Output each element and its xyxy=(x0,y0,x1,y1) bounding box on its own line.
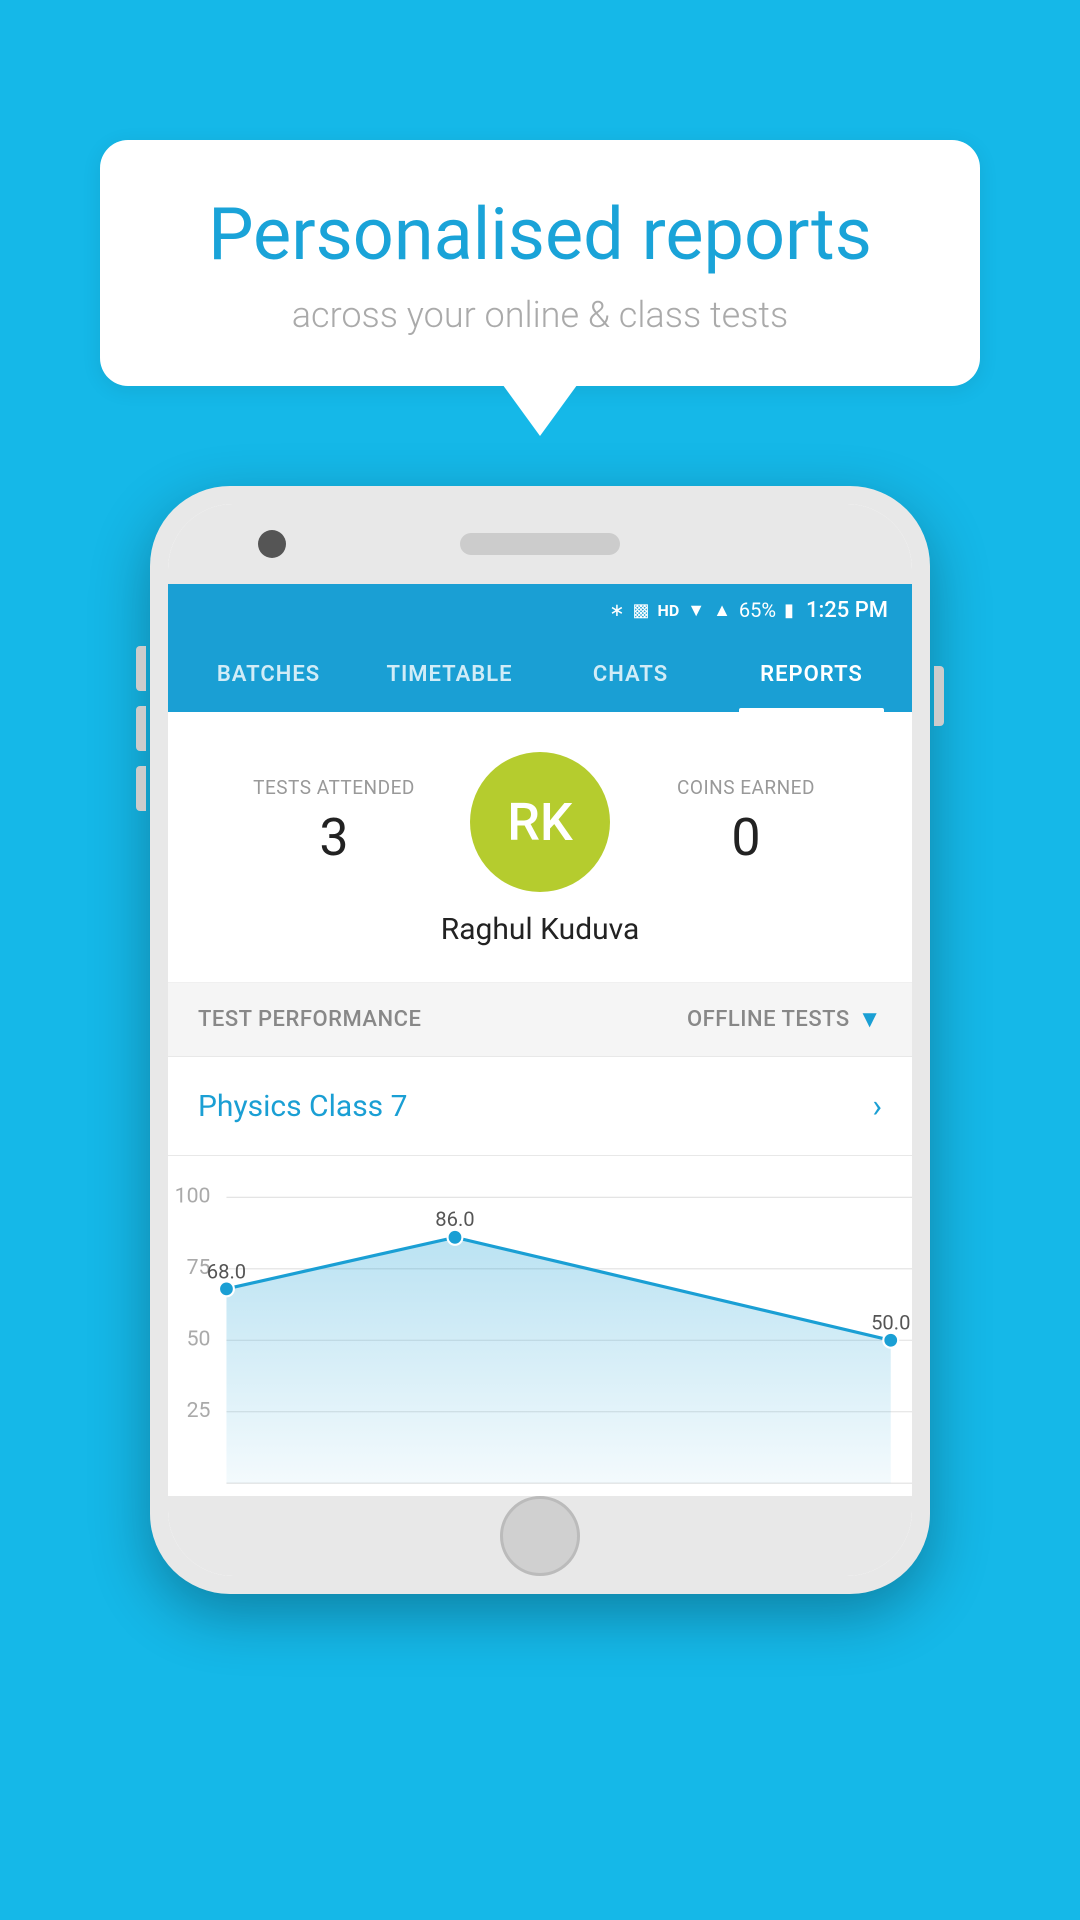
bubble-title: Personalised reports xyxy=(170,195,910,274)
front-camera xyxy=(258,530,286,558)
svg-text:100: 100 xyxy=(175,1184,211,1209)
battery-percent: 65% xyxy=(739,598,776,622)
volume-down-button xyxy=(136,706,146,751)
tests-attended-stat: TESTS ATTENDED 3 xyxy=(198,776,470,868)
chevron-right-icon: › xyxy=(872,1087,882,1125)
data-point-2 xyxy=(448,1230,463,1245)
test-performance-header: TEST PERFORMANCE OFFLINE TESTS ▼ xyxy=(168,983,912,1057)
status-bar: ∗ ▩ HD ▼ ▲ 65% ▮ 1:25 PM xyxy=(168,584,912,636)
vibrate-icon: ▩ xyxy=(633,600,650,621)
bubble-subtitle: across your online & class tests xyxy=(170,294,910,336)
profile-section: TESTS ATTENDED 3 RK COINS EARNED 0 Raghu… xyxy=(168,712,912,983)
data-point-1 xyxy=(219,1282,234,1297)
tab-reports[interactable]: REPORTS xyxy=(721,636,902,712)
avatar-initials: RK xyxy=(507,792,573,853)
speech-bubble: Personalised reports across your online … xyxy=(100,140,980,386)
battery-icon: ▮ xyxy=(784,600,794,621)
screen-content: ∗ ▩ HD ▼ ▲ 65% ▮ 1:25 PM BATCHES xyxy=(168,584,912,1496)
phone-mockup: ∗ ▩ HD ▼ ▲ 65% ▮ 1:25 PM BATCHES xyxy=(150,486,930,1594)
tab-chats[interactable]: CHATS xyxy=(540,636,721,712)
chart-area-fill xyxy=(226,1238,890,1484)
coins-earned-value: 0 xyxy=(610,807,882,868)
offline-tests-label: OFFLINE TESTS xyxy=(687,1007,850,1032)
phone-body: ∗ ▩ HD ▼ ▲ 65% ▮ 1:25 PM BATCHES xyxy=(150,486,930,1594)
silent-button xyxy=(136,766,146,811)
bluetooth-icon: ∗ xyxy=(609,600,624,621)
class-name: Physics Class 7 xyxy=(198,1089,407,1124)
avatar: RK xyxy=(470,752,610,892)
hd-icon: HD xyxy=(658,601,680,620)
svg-text:50: 50 xyxy=(187,1327,211,1352)
phone-bottom-hardware xyxy=(168,1496,912,1576)
profile-stats-row: TESTS ATTENDED 3 RK COINS EARNED 0 xyxy=(198,752,882,892)
volume-up-button xyxy=(136,646,146,691)
user-name: Raghul Kuduva xyxy=(441,912,640,947)
test-performance-label: TEST PERFORMANCE xyxy=(198,1007,421,1032)
tab-batches[interactable]: BATCHES xyxy=(178,636,359,712)
tab-timetable[interactable]: TIMETABLE xyxy=(359,636,540,712)
performance-chart: 100 75 50 25 xyxy=(168,1176,912,1496)
home-button[interactable] xyxy=(500,1496,580,1576)
coins-earned-label: COINS EARNED xyxy=(610,776,882,799)
wifi-icon: ▼ xyxy=(687,600,705,621)
status-icons: ∗ ▩ HD ▼ ▲ 65% ▮ 1:25 PM xyxy=(609,598,888,623)
data-point-3 xyxy=(883,1333,898,1348)
tests-attended-value: 3 xyxy=(198,807,470,868)
power-button xyxy=(934,666,944,726)
svg-text:68.0: 68.0 xyxy=(207,1260,246,1284)
signal-icon: ▲ xyxy=(713,600,731,621)
time-display: 1:25 PM xyxy=(806,598,888,623)
navigation-tabs: BATCHES TIMETABLE CHATS REPORTS xyxy=(168,636,912,712)
phone-top-hardware xyxy=(168,504,912,584)
tests-attended-label: TESTS ATTENDED xyxy=(198,776,470,799)
svg-text:25: 25 xyxy=(187,1398,211,1423)
svg-text:86.0: 86.0 xyxy=(435,1207,474,1231)
coins-earned-stat: COINS EARNED 0 xyxy=(610,776,882,868)
phone-screen: ∗ ▩ HD ▼ ▲ 65% ▮ 1:25 PM BATCHES xyxy=(168,504,912,1576)
svg-text:50.0: 50.0 xyxy=(871,1311,910,1335)
physics-class-row[interactable]: Physics Class 7 › xyxy=(168,1057,912,1156)
chart-area: 100 75 50 25 xyxy=(168,1156,912,1496)
chevron-down-icon: ▼ xyxy=(858,1005,882,1034)
offline-tests-filter[interactable]: OFFLINE TESTS ▼ xyxy=(687,1005,882,1034)
earpiece-speaker xyxy=(460,533,620,555)
